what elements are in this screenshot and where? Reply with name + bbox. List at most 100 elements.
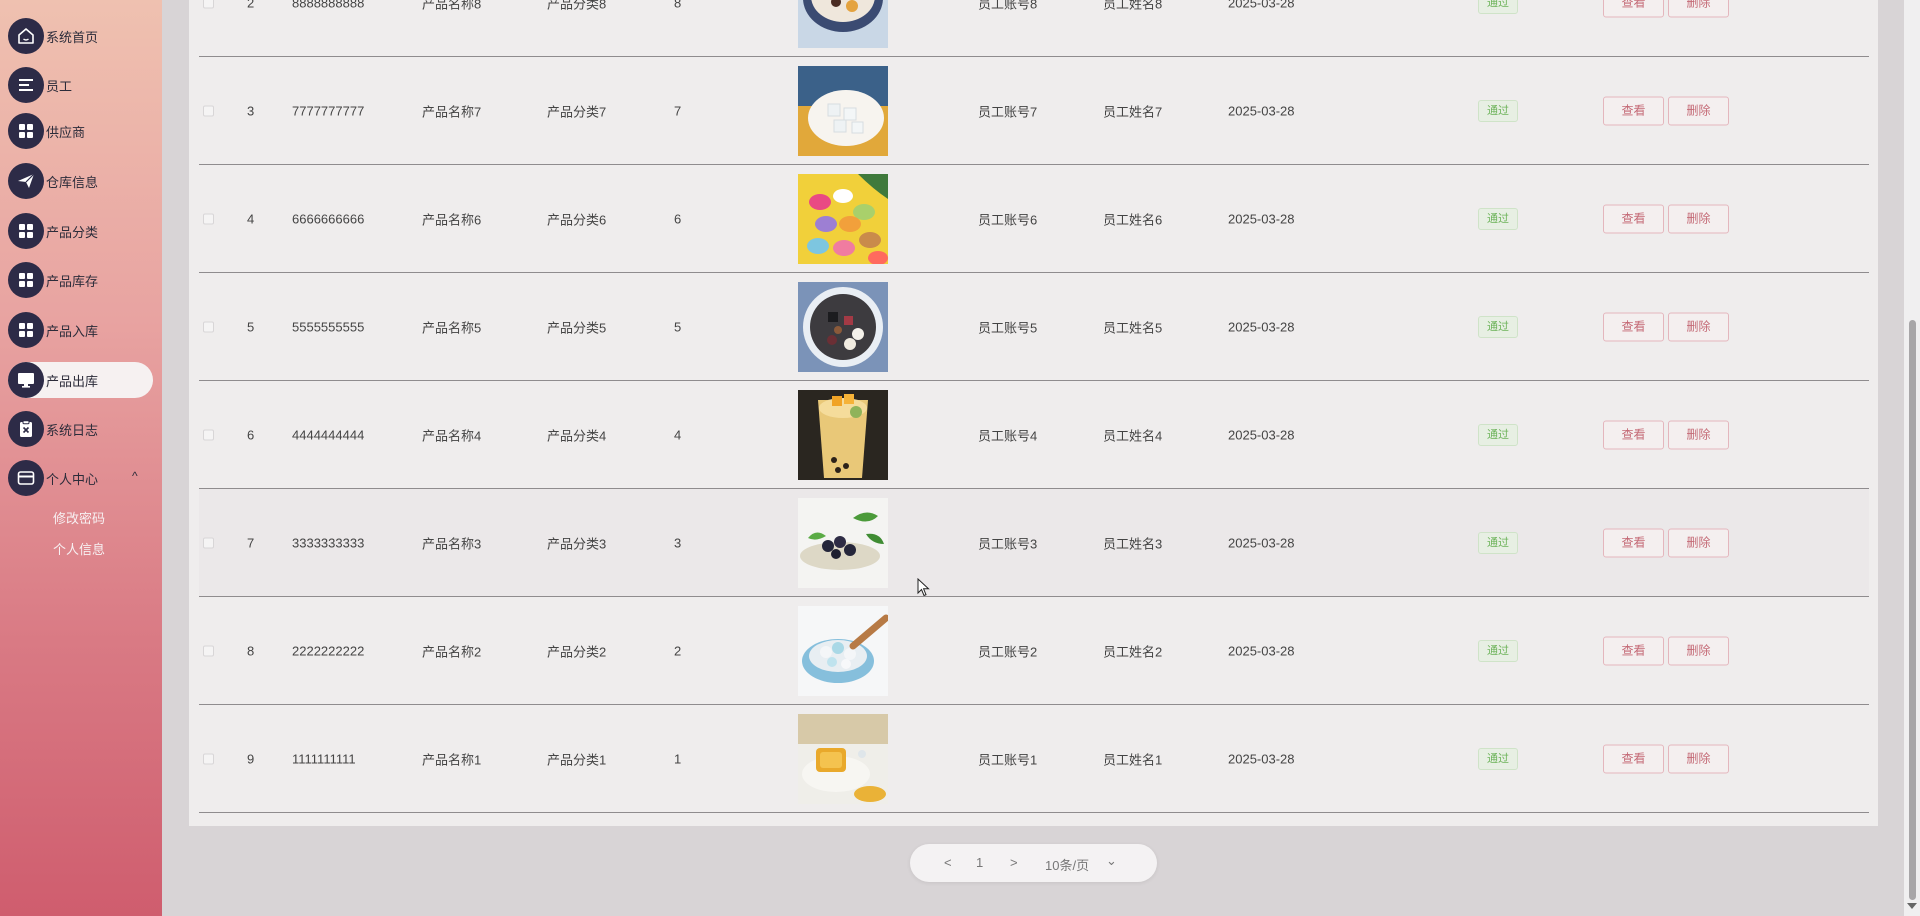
cell-code: 4444444444 bbox=[292, 427, 365, 442]
next-page-button[interactable]: > bbox=[1010, 855, 1018, 870]
sidebar-item-2[interactable]: 员工 bbox=[8, 67, 153, 103]
row-index: 2 bbox=[247, 0, 255, 10]
row-checkbox[interactable] bbox=[203, 321, 214, 332]
scrollbar-thumb[interactable] bbox=[1909, 320, 1916, 900]
product-image[interactable] bbox=[798, 713, 888, 804]
sidebar-item-6[interactable]: 产品库存 bbox=[8, 262, 153, 298]
row-index: 4 bbox=[247, 211, 255, 226]
cell-category: 产品分类5 bbox=[547, 320, 607, 335]
delete-button[interactable]: 删除 bbox=[1668, 636, 1729, 665]
view-button[interactable]: 查看 bbox=[1603, 0, 1664, 17]
grid-icon bbox=[8, 213, 44, 249]
row-index: 7 bbox=[247, 535, 255, 550]
cell-staff-name: 员工姓名2 bbox=[1103, 644, 1163, 659]
cell-staff-account: 员工账号6 bbox=[978, 212, 1038, 227]
product-image[interactable] bbox=[798, 65, 888, 156]
cell-quantity: 4 bbox=[674, 427, 682, 442]
delete-button[interactable]: 删除 bbox=[1668, 744, 1729, 773]
sidebar-item-9[interactable]: 系统日志 bbox=[8, 411, 153, 447]
cell-category: 产品分类8 bbox=[547, 0, 607, 11]
delete-button[interactable]: 删除 bbox=[1668, 528, 1729, 557]
view-button[interactable]: 查看 bbox=[1603, 312, 1664, 341]
cell-code: 5555555555 bbox=[292, 319, 365, 334]
grid-icon bbox=[8, 262, 44, 298]
cell-quantity: 5 bbox=[674, 319, 682, 334]
product-image[interactable] bbox=[798, 497, 888, 588]
cell-date: 2025-03-28 bbox=[1228, 103, 1295, 118]
row-checkbox[interactable] bbox=[203, 645, 214, 656]
row-checkbox[interactable] bbox=[203, 0, 214, 8]
product-image[interactable] bbox=[798, 605, 888, 696]
cell-date: 2025-03-28 bbox=[1228, 535, 1295, 550]
cell-code: 6666666666 bbox=[292, 211, 365, 226]
cell-staff-name: 员工姓名5 bbox=[1103, 320, 1163, 335]
sidebar-subitem-profile[interactable]: 个人信息 bbox=[0, 539, 158, 558]
product-image[interactable] bbox=[798, 281, 888, 372]
sidebar-item-1[interactable]: 系统首页 bbox=[8, 18, 153, 54]
delete-button[interactable]: 删除 bbox=[1668, 0, 1729, 17]
cell-staff-account: 员工账号5 bbox=[978, 320, 1038, 335]
sidebar-item-7[interactable]: 产品入库 bbox=[8, 312, 153, 348]
delete-button[interactable]: 删除 bbox=[1668, 312, 1729, 341]
cell-quantity: 2 bbox=[674, 643, 682, 658]
cell-product-name: 产品名称2 bbox=[422, 644, 482, 659]
sidebar-item-4[interactable]: 仓库信息 bbox=[8, 163, 153, 199]
page-number-current[interactable]: 1 bbox=[976, 855, 983, 870]
status-badge: 通过 bbox=[1478, 423, 1518, 446]
view-button[interactable]: 查看 bbox=[1603, 636, 1664, 665]
sidebar-item-8[interactable]: 产品出库 bbox=[8, 362, 153, 398]
sidebar-item-label: 供应商 bbox=[46, 124, 86, 140]
product-image[interactable] bbox=[798, 389, 888, 480]
scroll-down-arrow-icon[interactable] bbox=[1907, 903, 1917, 909]
product-image[interactable] bbox=[798, 173, 888, 264]
cell-date: 2025-03-28 bbox=[1228, 319, 1295, 334]
delete-button[interactable]: 删除 bbox=[1668, 204, 1729, 233]
sidebar-item-5[interactable]: 产品分类 bbox=[8, 213, 153, 249]
cell-code: 8888888888 bbox=[292, 0, 365, 10]
sidebar-item-label: 员工 bbox=[46, 78, 73, 94]
table-row: 3 7777777777 产品名称7 产品分类7 7 员工账号7 员工姓名7 2025-03-… bbox=[199, 57, 1869, 165]
pagination: < 1 > 10条/页 ⌄ bbox=[910, 844, 1157, 882]
sidebar-item-label: 系统首页 bbox=[46, 29, 99, 45]
cell-product-name: 产品名称1 bbox=[422, 752, 482, 767]
status-badge: 通过 bbox=[1478, 531, 1518, 554]
status-badge: 通过 bbox=[1478, 639, 1518, 662]
chevron-up-icon[interactable]: ^ bbox=[132, 469, 152, 483]
view-button[interactable]: 查看 bbox=[1603, 96, 1664, 125]
wallet-icon bbox=[8, 460, 44, 496]
mouse-cursor-icon bbox=[917, 578, 930, 597]
cell-quantity: 3 bbox=[674, 535, 682, 550]
view-button[interactable]: 查看 bbox=[1603, 204, 1664, 233]
row-checkbox[interactable] bbox=[203, 105, 214, 116]
chevron-down-icon[interactable]: ⌄ bbox=[1106, 853, 1117, 869]
delete-button[interactable]: 删除 bbox=[1668, 420, 1729, 449]
view-button[interactable]: 查看 bbox=[1603, 528, 1664, 557]
row-checkbox[interactable] bbox=[203, 429, 214, 440]
cell-date: 2025-03-28 bbox=[1228, 751, 1295, 766]
cell-product-name: 产品名称7 bbox=[422, 104, 482, 119]
prev-page-button[interactable]: < bbox=[944, 855, 952, 870]
status-badge: 通过 bbox=[1478, 99, 1518, 122]
cell-product-name: 产品名称3 bbox=[422, 536, 482, 551]
sidebar-subitem-change-password[interactable]: 修改密码 bbox=[0, 508, 158, 527]
cell-staff-name: 员工姓名1 bbox=[1103, 752, 1163, 767]
cell-quantity: 7 bbox=[674, 103, 682, 118]
sidebar-item-3[interactable]: 供应商 bbox=[8, 113, 153, 149]
row-checkbox[interactable] bbox=[203, 537, 214, 548]
row-checkbox[interactable] bbox=[203, 213, 214, 224]
cell-category: 产品分类1 bbox=[547, 752, 607, 767]
sidebar-item-label: 产品分类 bbox=[46, 224, 99, 240]
sidebar-item-label: 仓库信息 bbox=[46, 174, 99, 190]
cell-code: 7777777777 bbox=[292, 103, 365, 118]
cell-product-name: 产品名称4 bbox=[422, 428, 482, 443]
view-button[interactable]: 查看 bbox=[1603, 744, 1664, 773]
page-size-select[interactable]: 10条/页 bbox=[1045, 855, 1089, 874]
view-button[interactable]: 查看 bbox=[1603, 420, 1664, 449]
row-checkbox[interactable] bbox=[203, 753, 214, 764]
cell-staff-name: 员工姓名3 bbox=[1103, 536, 1163, 551]
row-index: 6 bbox=[247, 427, 255, 442]
cell-staff-account: 员工账号7 bbox=[978, 104, 1038, 119]
cell-staff-account: 员工账号2 bbox=[978, 644, 1038, 659]
delete-button[interactable]: 删除 bbox=[1668, 96, 1729, 125]
product-image[interactable] bbox=[798, 0, 888, 48]
